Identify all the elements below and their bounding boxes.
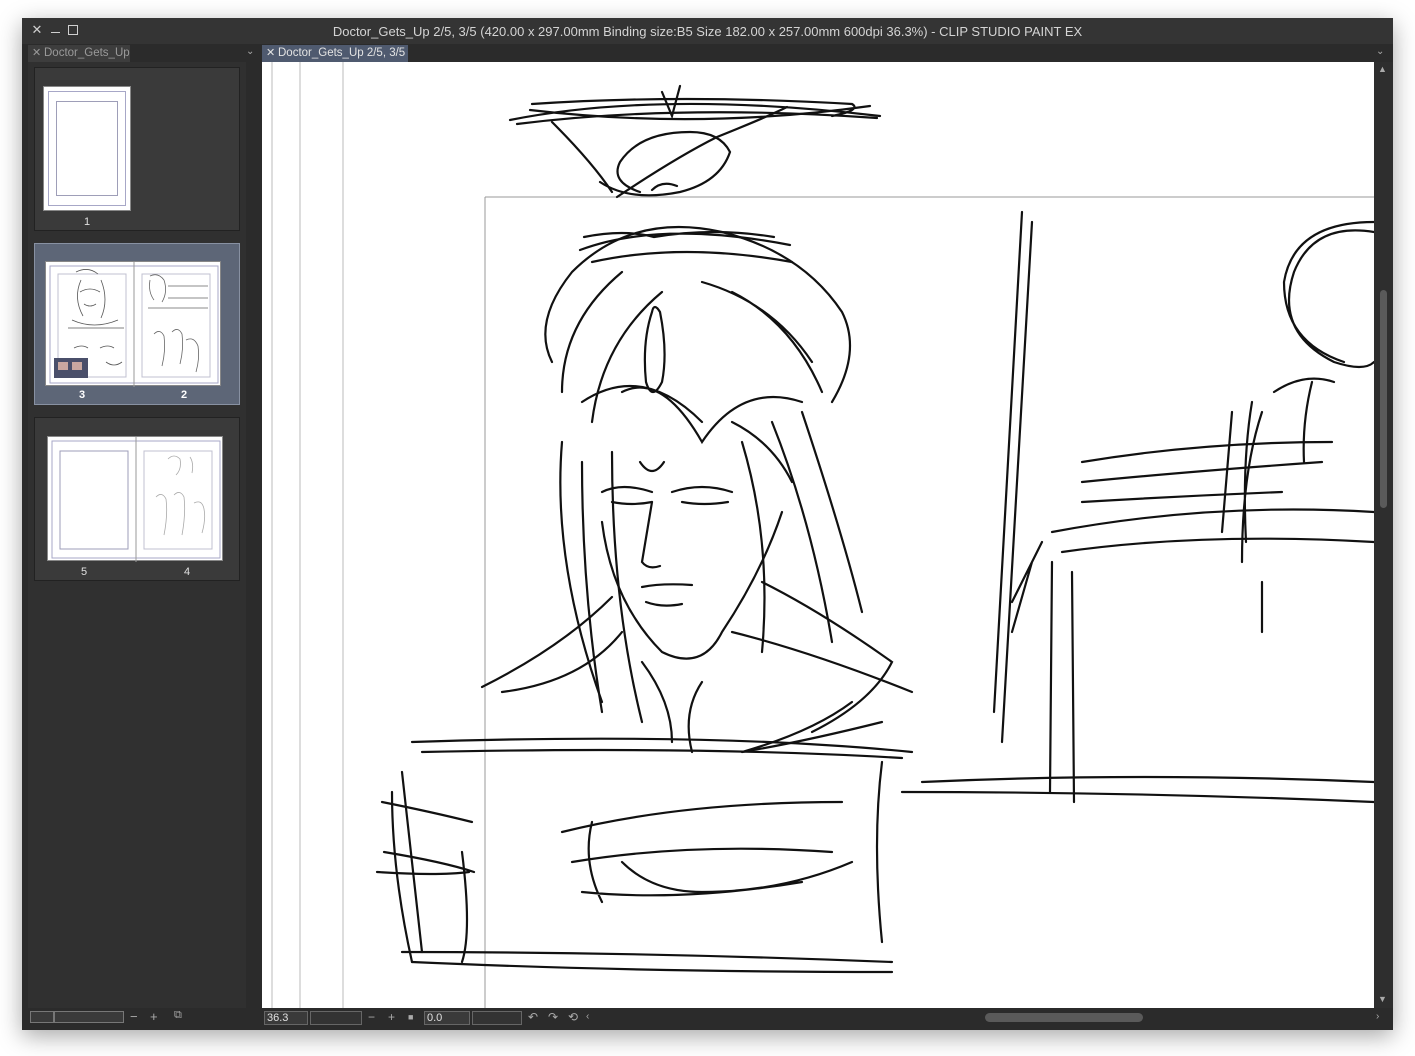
scroll-up-icon[interactable]: ▲ <box>1378 64 1387 74</box>
minus-icon[interactable]: − <box>368 1010 375 1024</box>
thumbnail-size-slider[interactable] <box>54 1011 124 1023</box>
scroll-down-icon[interactable]: ▼ <box>1378 994 1387 1004</box>
horizontal-scroll-thumb[interactable] <box>985 1013 1143 1022</box>
scroll-right-icon[interactable]: › <box>1376 1010 1379 1024</box>
spread-thumbnail <box>47 436 223 562</box>
plus-icon[interactable]: + <box>388 1010 395 1024</box>
drawing-canvas[interactable] <box>262 62 1374 1008</box>
page-item-1[interactable]: 1 <box>34 67 240 231</box>
thumbnail-size-field[interactable] <box>30 1011 54 1023</box>
reset-rotation-icon[interactable]: ⟲ <box>568 1010 578 1024</box>
sketch-artwork <box>271 62 1374 1008</box>
chevron-down-icon[interactable]: ⌄ <box>246 46 254 57</box>
page-settings-icon[interactable]: ⧉ <box>174 1009 182 1022</box>
page-thumbnail-panel: 1 3 2 5 4 <box>28 62 246 1008</box>
tab-document[interactable]: ✕ Doctor_Gets_Up 2/5, 3/5 <box>262 45 408 62</box>
title-bar: ✕ Doctor_Gets_Up 2/5, 3/5 (420.00 x 297.… <box>22 18 1393 44</box>
tab-page-manager[interactable]: ✕ Doctor_Gets_Up <box>28 45 130 62</box>
page-thumbnail <box>43 86 131 211</box>
rotation-slider[interactable] <box>472 1011 522 1025</box>
page-item-3-2[interactable]: 3 2 <box>34 243 240 405</box>
window-title: Doctor_Gets_Up 2/5, 3/5 (420.00 x 297.00… <box>332 24 1083 39</box>
chevron-down-icon[interactable]: ⌄ <box>1376 46 1384 57</box>
zoom-field[interactable]: 36.3 <box>264 1011 308 1025</box>
plus-icon[interactable]: + <box>150 1009 158 1024</box>
page-number-left: 3 <box>78 389 86 401</box>
document-tabbar: ✕ Doctor_Gets_Up 2/5, 3/5 ⌄ <box>262 44 1393 62</box>
close-tab-icon[interactable]: ✕ <box>266 45 275 62</box>
tab-label: Doctor_Gets_Up 2/5, 3/5 <box>278 47 406 59</box>
page-number: 1 <box>83 216 91 228</box>
page-number-right: 4 <box>183 566 191 578</box>
rotate-right-icon[interactable]: ↷ <box>548 1010 558 1024</box>
zoom-slider[interactable] <box>310 1011 362 1025</box>
page-panel-tabbar: ✕ Doctor_Gets_Up ⌄ <box>22 44 262 62</box>
close-tab-icon[interactable]: ✕ <box>32 45 41 62</box>
page-number-right: 2 <box>180 389 188 401</box>
navigator-status-bar: 36.3 − + ■ 0.0 ↶ ↷ ⟲ ‹ › <box>262 1008 1393 1030</box>
app-window: ✕ Doctor_Gets_Up 2/5, 3/5 (420.00 x 297.… <box>22 18 1393 1030</box>
page-number-left: 5 <box>80 566 88 578</box>
spread-sketch-preview <box>51 437 221 562</box>
tab-label: Doctor_Gets_Up <box>44 47 130 59</box>
rotation-field[interactable]: 0.0 <box>424 1011 470 1025</box>
minus-icon[interactable]: − <box>130 1009 138 1024</box>
rotate-left-icon[interactable]: ↶ <box>528 1010 538 1024</box>
flip-icon[interactable]: ‹ <box>586 1010 589 1024</box>
page-item-5-4[interactable]: 5 4 <box>34 417 240 581</box>
page-panel-footer: − + ⧉ <box>22 1008 262 1030</box>
vertical-scroll-thumb[interactable] <box>1380 290 1387 508</box>
vertical-scrollbar[interactable]: ▲ ▼ <box>1374 62 1393 1008</box>
spread-thumbnail <box>45 261 221 387</box>
fit-window-icon[interactable]: ■ <box>408 1010 413 1024</box>
spread-sketch-preview <box>49 262 219 387</box>
